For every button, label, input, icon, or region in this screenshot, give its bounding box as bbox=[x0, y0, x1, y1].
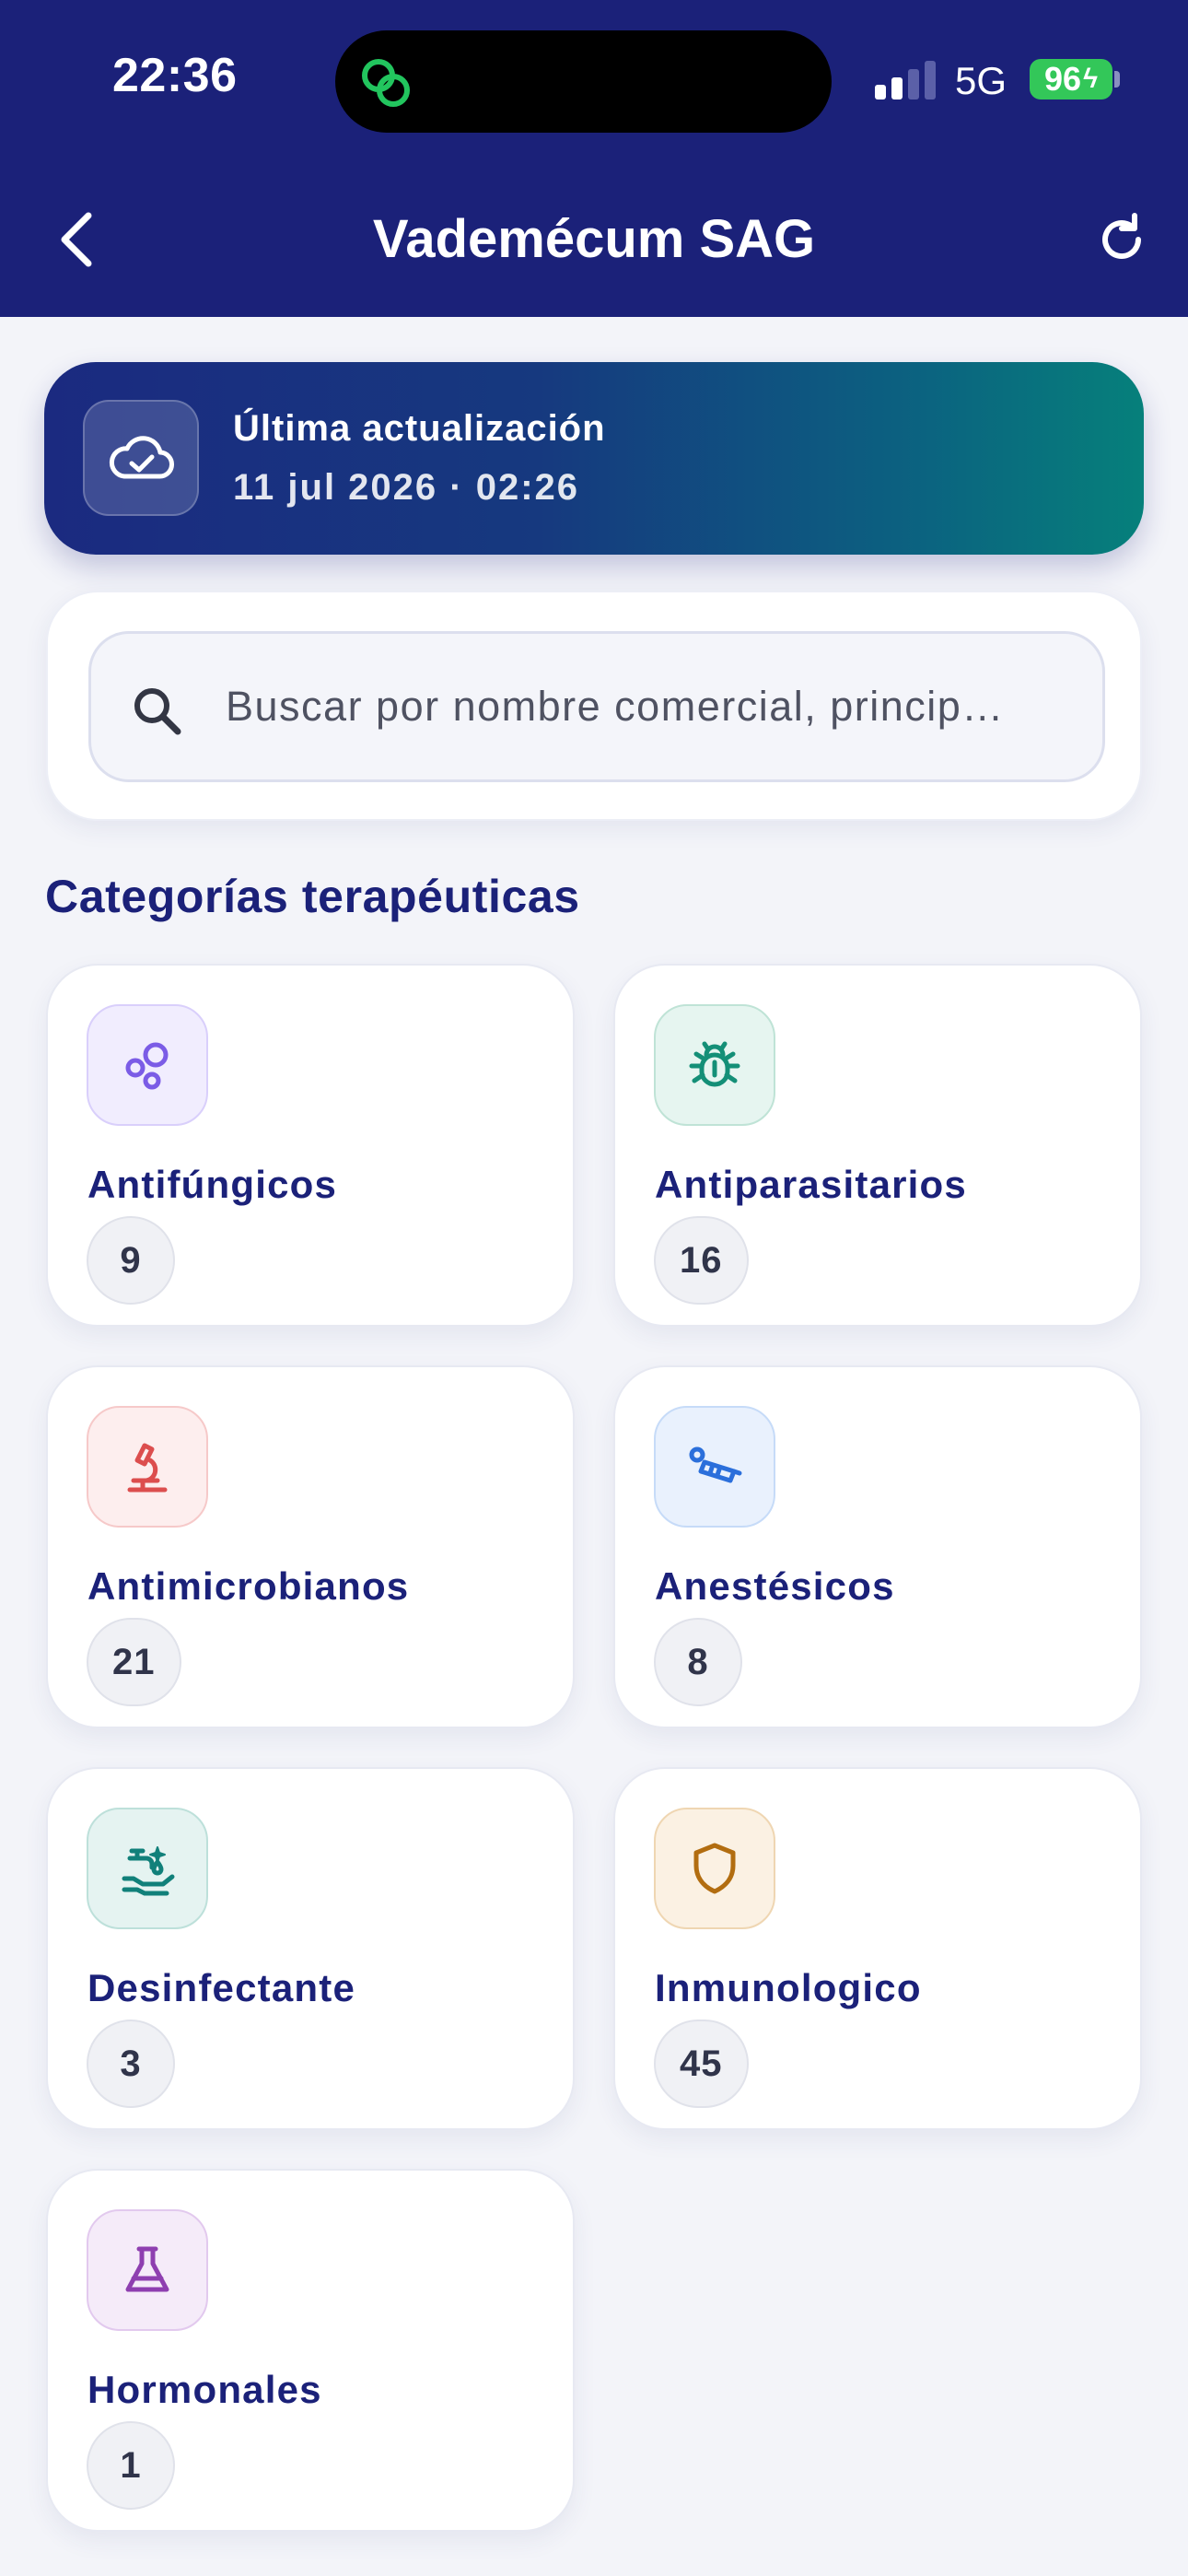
category-name: Hormonales bbox=[87, 2368, 322, 2411]
category-count: 1 bbox=[87, 2421, 175, 2510]
syringe-icon bbox=[654, 1406, 775, 1528]
bug-icon bbox=[654, 1004, 775, 1126]
category-count: 45 bbox=[654, 2020, 749, 2108]
category-name: Desinfectante bbox=[87, 1966, 356, 2009]
page-title: Vademécum SAG bbox=[372, 209, 816, 269]
network-label: 5G bbox=[955, 59, 1007, 102]
hand-wash-icon bbox=[87, 1808, 208, 1929]
category-name: Inmunologico bbox=[655, 1966, 922, 2009]
category-card-anestesicos[interactable]: Anestésicos 8 bbox=[613, 1365, 1142, 1728]
category-name: Anestésicos bbox=[655, 1564, 895, 1608]
flask-icon bbox=[87, 2209, 208, 2331]
category-card-inmunologico[interactable]: Inmunologico 45 bbox=[613, 1767, 1142, 2130]
category-card-desinfectante[interactable]: Desinfectante 3 bbox=[46, 1767, 575, 2130]
category-count: 8 bbox=[654, 1618, 742, 1706]
category-name: Antiparasitarios bbox=[655, 1163, 967, 1206]
category-grid: Antifúngicos 9 Antiparasitarios 16 Antim… bbox=[46, 964, 1142, 2532]
category-card-hormonales[interactable]: Hormonales 1 bbox=[46, 2169, 575, 2532]
category-card-antiparasitarios[interactable]: Antiparasitarios 16 bbox=[613, 964, 1142, 1327]
search-card bbox=[46, 591, 1142, 821]
category-card-antimicrobianos[interactable]: Antimicrobianos 21 bbox=[46, 1365, 575, 1728]
category-card-antifungicos[interactable]: Antifúngicos 9 bbox=[46, 964, 575, 1327]
search-icon bbox=[134, 688, 181, 735]
battery-nub bbox=[1114, 71, 1120, 88]
update-date: 11 jul 2026 · 02:26 bbox=[233, 467, 580, 508]
signal-icon bbox=[875, 61, 936, 100]
shield-icon bbox=[654, 1808, 775, 1929]
section-title: Categorías terapéuticas bbox=[45, 871, 580, 922]
refresh-button[interactable] bbox=[1094, 212, 1149, 267]
cloud-check-icon bbox=[83, 400, 199, 516]
category-count: 3 bbox=[87, 2020, 175, 2108]
search-field[interactable] bbox=[88, 631, 1105, 782]
charging-bolt-icon: ϟ bbox=[1083, 64, 1098, 94]
category-count: 9 bbox=[87, 1216, 175, 1305]
battery-indicator: 96 ϟ bbox=[1030, 59, 1112, 100]
last-update-banner: Última actualización 11 jul 2026 · 02:26 bbox=[44, 362, 1144, 555]
microscope-icon bbox=[87, 1406, 208, 1528]
battery-level: 96 bbox=[1044, 60, 1082, 98]
category-name: Antimicrobianos bbox=[87, 1564, 410, 1608]
spores-icon bbox=[87, 1004, 208, 1126]
link-app-icon bbox=[362, 59, 410, 107]
update-title: Última actualización bbox=[233, 408, 606, 449]
search-input[interactable] bbox=[226, 634, 1073, 779]
app-header: 22:36 5G 96 ϟ Vademécum SAG bbox=[0, 0, 1188, 317]
dynamic-island bbox=[335, 30, 832, 133]
status-time: 22:36 bbox=[112, 49, 238, 102]
category-count: 21 bbox=[87, 1618, 181, 1706]
category-name: Antifúngicos bbox=[87, 1163, 338, 1206]
category-count: 16 bbox=[654, 1216, 749, 1305]
